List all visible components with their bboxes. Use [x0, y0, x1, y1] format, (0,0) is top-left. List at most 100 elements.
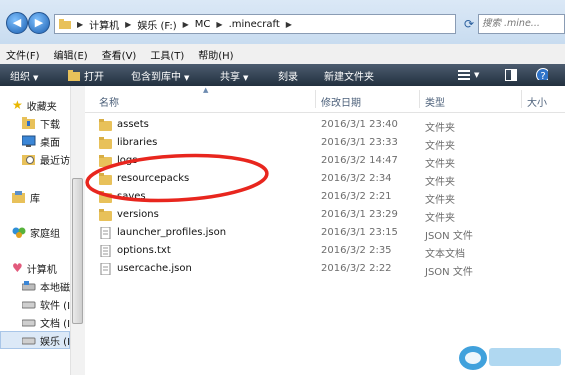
nav-computer[interactable]: ♥ 计算机 [12, 259, 57, 277]
organize-button[interactable]: 组织 ▼ [10, 68, 38, 83]
desktop-icon [22, 135, 36, 147]
chevron-down-icon[interactable]: ▼ [474, 71, 479, 79]
column-name-header[interactable]: 名称 [99, 94, 119, 109]
forward-button[interactable]: ▶ [28, 12, 50, 34]
svg-text:?: ? [540, 71, 545, 80]
nav-homegroup[interactable]: 家庭组 [12, 223, 60, 241]
chevron-down-icon: ▼ [243, 73, 249, 82]
file-row[interactable]: options.txt 2016/3/2 2:35 文本文档 [85, 242, 565, 260]
file-type: 文本文档 [425, 249, 465, 260]
address-path[interactable]: ▶ 计算机 ▶ 娱乐 (F:) ▶ MC ▶ .minecraft ▶ [54, 14, 456, 34]
file-date: 2016/3/2 2:34 [321, 173, 392, 184]
search-input[interactable]: 搜索 .mine... [478, 14, 565, 34]
back-button[interactable]: ◀ [6, 12, 28, 34]
nav-entertainment-drive[interactable]: 娱乐 (I [0, 331, 70, 349]
folder-icon [59, 19, 71, 29]
file-date: 2016/3/2 14:47 [321, 155, 398, 166]
file-row[interactable]: logs 2016/3/2 14:47 文件夹 [85, 152, 565, 170]
burn-button[interactable]: 刻录 [278, 68, 298, 83]
file-date: 2016/3/2 2:21 [321, 191, 392, 202]
file-type: 文件夹 [425, 159, 455, 170]
scrollbar-thumb[interactable] [72, 178, 83, 324]
chevron-icon[interactable]: ▶ [286, 20, 292, 29]
folder-icon [99, 155, 112, 167]
nav-label: 本地磁 [40, 282, 70, 294]
column-size-header[interactable]: 大小 [527, 94, 547, 109]
column-divider[interactable] [315, 90, 316, 108]
text-file-icon [100, 245, 111, 257]
watermark-logo [459, 346, 561, 370]
open-button[interactable]: 打开 [68, 68, 104, 83]
file-type: 文件夹 [425, 141, 455, 152]
nav-desktop[interactable]: 桌面 [22, 132, 60, 150]
nav-label: 收藏夹 [26, 101, 57, 113]
include-in-library-button[interactable]: 包含到库中 ▼ [131, 68, 189, 83]
file-row[interactable]: resourcepacks 2016/3/2 2:34 文件夹 [85, 170, 565, 188]
refresh-icon[interactable]: ⟳ [460, 14, 478, 34]
file-row[interactable]: versions 2016/3/1 23:29 文件夹 [85, 206, 565, 224]
menu-tools[interactable]: 工具(T) [150, 47, 184, 62]
menu-help[interactable]: 帮助(H) [198, 47, 233, 62]
folder-icon [99, 173, 112, 185]
file-name: assets [117, 119, 149, 130]
library-icon [12, 191, 25, 203]
open-folder-icon [68, 69, 80, 81]
command-bar: 组织 ▼ 打开 包含到库中 ▼ 共享 ▼ 刻录 新建文件夹 ▼ ? [0, 64, 565, 86]
folder-icon [99, 209, 112, 221]
menu-view[interactable]: 查看(V) [102, 47, 137, 62]
new-folder-button[interactable]: 新建文件夹 [324, 68, 374, 83]
file-name: versions [117, 209, 159, 220]
breadcrumb-minecraft[interactable]: .minecraft [229, 19, 280, 30]
navigation-scrollbar[interactable] [70, 86, 85, 375]
column-modified-header[interactable]: 修改日期 [321, 94, 361, 109]
share-button[interactable]: 共享 ▼ [220, 68, 248, 83]
nav-label: 计算机 [26, 264, 57, 276]
folder-icon [99, 137, 112, 149]
recent-places-icon [22, 155, 35, 165]
file-row[interactable]: launcher_profiles.json 2016/3/1 23:15 JS… [85, 224, 565, 242]
chevron-icon[interactable]: ▶ [77, 20, 83, 29]
nav-software-drive[interactable]: 软件 (I [22, 295, 70, 313]
help-icon[interactable]: ? [536, 68, 548, 80]
nav-label: 库 [30, 193, 40, 205]
menu-edit[interactable]: 编辑(E) [54, 47, 88, 62]
menu-file[interactable]: 文件(F) [6, 47, 40, 62]
nav-downloads[interactable]: 下载 [22, 114, 60, 132]
nav-local-disk[interactable]: 本地磁 [22, 277, 70, 295]
file-date: 2016/3/1 23:33 [321, 137, 398, 148]
nav-label: 桌面 [40, 137, 60, 149]
chevron-down-icon: ▼ [184, 73, 190, 82]
nav-favorites[interactable]: ★ 收藏夹 [12, 96, 57, 114]
file-name: usercache.json [117, 263, 192, 274]
nav-libraries[interactable]: 库 [12, 188, 40, 206]
column-divider[interactable] [419, 90, 420, 108]
nav-label: 下载 [40, 119, 60, 131]
drive-icon [22, 281, 36, 291]
chevron-icon[interactable]: ▶ [125, 20, 131, 29]
nav-documents-drive[interactable]: 文档 (I [22, 313, 70, 331]
file-row[interactable]: libraries 2016/3/1 23:33 文件夹 [85, 134, 565, 152]
breadcrumb-drive[interactable]: 娱乐 (F:) [137, 17, 176, 32]
nav-recent[interactable]: 最近访 [22, 150, 70, 168]
file-type: JSON 文件 [425, 231, 473, 242]
share-label: 共享 [220, 71, 240, 83]
column-type-header[interactable]: 类型 [425, 94, 445, 109]
include-label: 包含到库中 [131, 71, 181, 83]
address-bar-area: ◀ ▶ ▶ 计算机 ▶ 娱乐 (F:) ▶ MC ▶ .minecraft ▶ … [0, 0, 565, 44]
file-name: options.txt [117, 245, 171, 256]
column-divider[interactable] [521, 90, 522, 108]
chevron-icon[interactable]: ▶ [216, 20, 222, 29]
file-list-pane: 名称 ▲ 修改日期 类型 大小 assets 2016/3/1 23:40 文件… [85, 86, 565, 375]
file-row[interactable]: saves 2016/3/2 2:21 文件夹 [85, 188, 565, 206]
view-options-icon[interactable] [458, 69, 470, 81]
breadcrumb-mc[interactable]: MC [195, 19, 211, 30]
file-row[interactable]: usercache.json 2016/3/2 2:22 JSON 文件 [85, 260, 565, 278]
file-row[interactable]: assets 2016/3/1 23:40 文件夹 [85, 116, 565, 134]
breadcrumb-computer[interactable]: 计算机 [89, 17, 119, 32]
nav-label: 娱乐 (I [40, 336, 70, 348]
preview-pane-icon[interactable] [505, 69, 517, 81]
file-name: launcher_profiles.json [117, 227, 227, 238]
file-name: logs [117, 155, 138, 166]
json-file-icon [100, 227, 111, 239]
chevron-icon[interactable]: ▶ [183, 20, 189, 29]
